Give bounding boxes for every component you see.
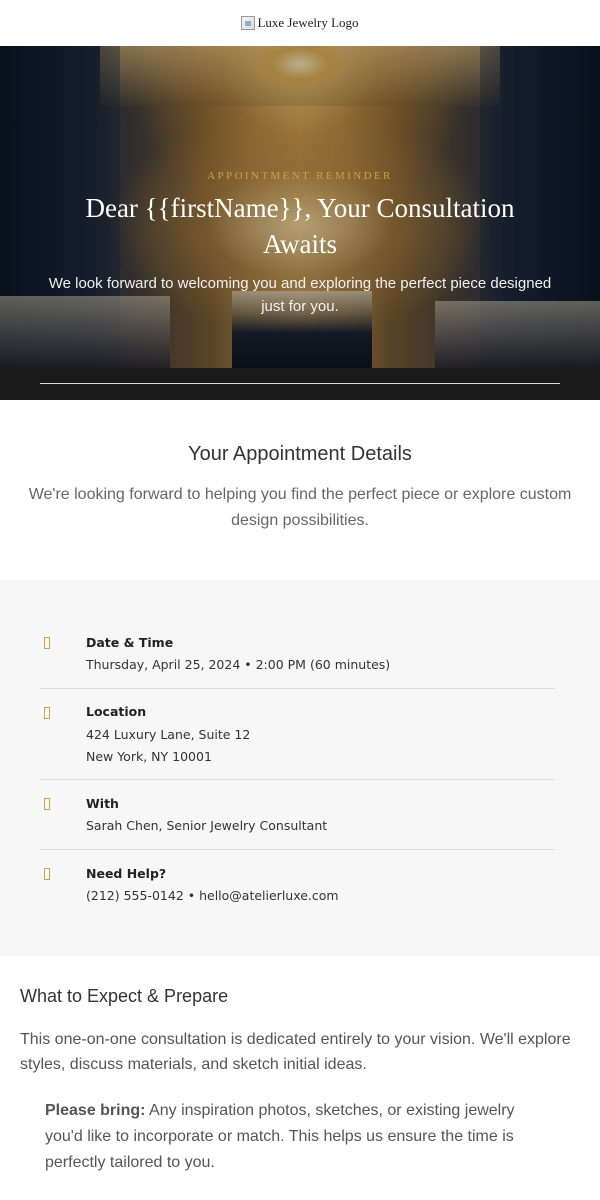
info-value-datetime: Thursday, April 25, 2024 • 2:00 PM (60 m…	[86, 657, 391, 672]
info-value-location-line1: 424 Luxury Lane, Suite 12	[86, 727, 251, 742]
logo-alt-text: Luxe Jewelry Logo	[257, 15, 359, 30]
details-description: We're looking forward to helping you fin…	[28, 486, 572, 529]
calendar-icon	[44, 637, 50, 649]
location-pin-icon	[44, 707, 50, 719]
logo[interactable]: Luxe Jewelry Logo	[241, 15, 359, 31]
email-header: Luxe Jewelry Logo	[0, 0, 600, 46]
section-title-expect: What to Expect & Prepare	[20, 986, 229, 1006]
info-row-help: Need Help? (212) 555-0142 • hello@atelie…	[40, 850, 555, 920]
person-icon	[44, 798, 50, 810]
hero-text: APPOINTMENT REMINDER Dear {{firstName}},…	[0, 170, 600, 318]
info-value-with: Sarah Chen, Senior Jewelry Consultant	[86, 818, 328, 833]
info-row-datetime: Date & Time Thursday, April 25, 2024 • 2…	[40, 624, 555, 689]
hero-banner: APPOINTMENT REMINDER Dear {{firstName}},…	[0, 46, 600, 400]
broken-image-icon	[241, 16, 256, 30]
hero-eyebrow: APPOINTMENT REMINDER	[207, 170, 393, 182]
info-value-location-line2: New York, NY 10001	[86, 749, 212, 764]
section-title-details: Your Appointment Details	[188, 443, 412, 465]
details-intro: Your Appointment Details We're looking f…	[0, 400, 600, 539]
info-list: Date & Time Thursday, April 25, 2024 • 2…	[40, 624, 555, 920]
info-label-help: Need Help?	[86, 866, 167, 881]
hero-divider	[40, 383, 560, 384]
info-label-location: Location	[86, 704, 147, 719]
info-row-with: With Sarah Chen, Senior Jewelry Consulta…	[40, 780, 555, 850]
phone-icon	[44, 868, 50, 880]
hero-title: Dear {{firstName}}, Your Consultation Aw…	[85, 193, 515, 259]
hero-subtitle: We look forward to welcoming you and exp…	[48, 275, 552, 315]
prepare-note: Please bring: Any inspiration photos, sk…	[45, 1098, 535, 1176]
info-label-datetime: Date & Time	[86, 635, 174, 650]
prepare-note-label: Please bring:	[45, 1102, 146, 1119]
info-value-help[interactable]: (212) 555-0142 • hello@atelierluxe.com	[86, 888, 339, 903]
info-row-location: Location 424 Luxury Lane, Suite 12 New Y…	[40, 689, 555, 780]
expect-body: This one-on-one consultation is dedicate…	[20, 1031, 571, 1073]
hero-bottom-band	[0, 368, 600, 400]
appointment-info-panel: Date & Time Thursday, April 25, 2024 • 2…	[0, 580, 600, 956]
info-label-with: With	[86, 796, 119, 811]
